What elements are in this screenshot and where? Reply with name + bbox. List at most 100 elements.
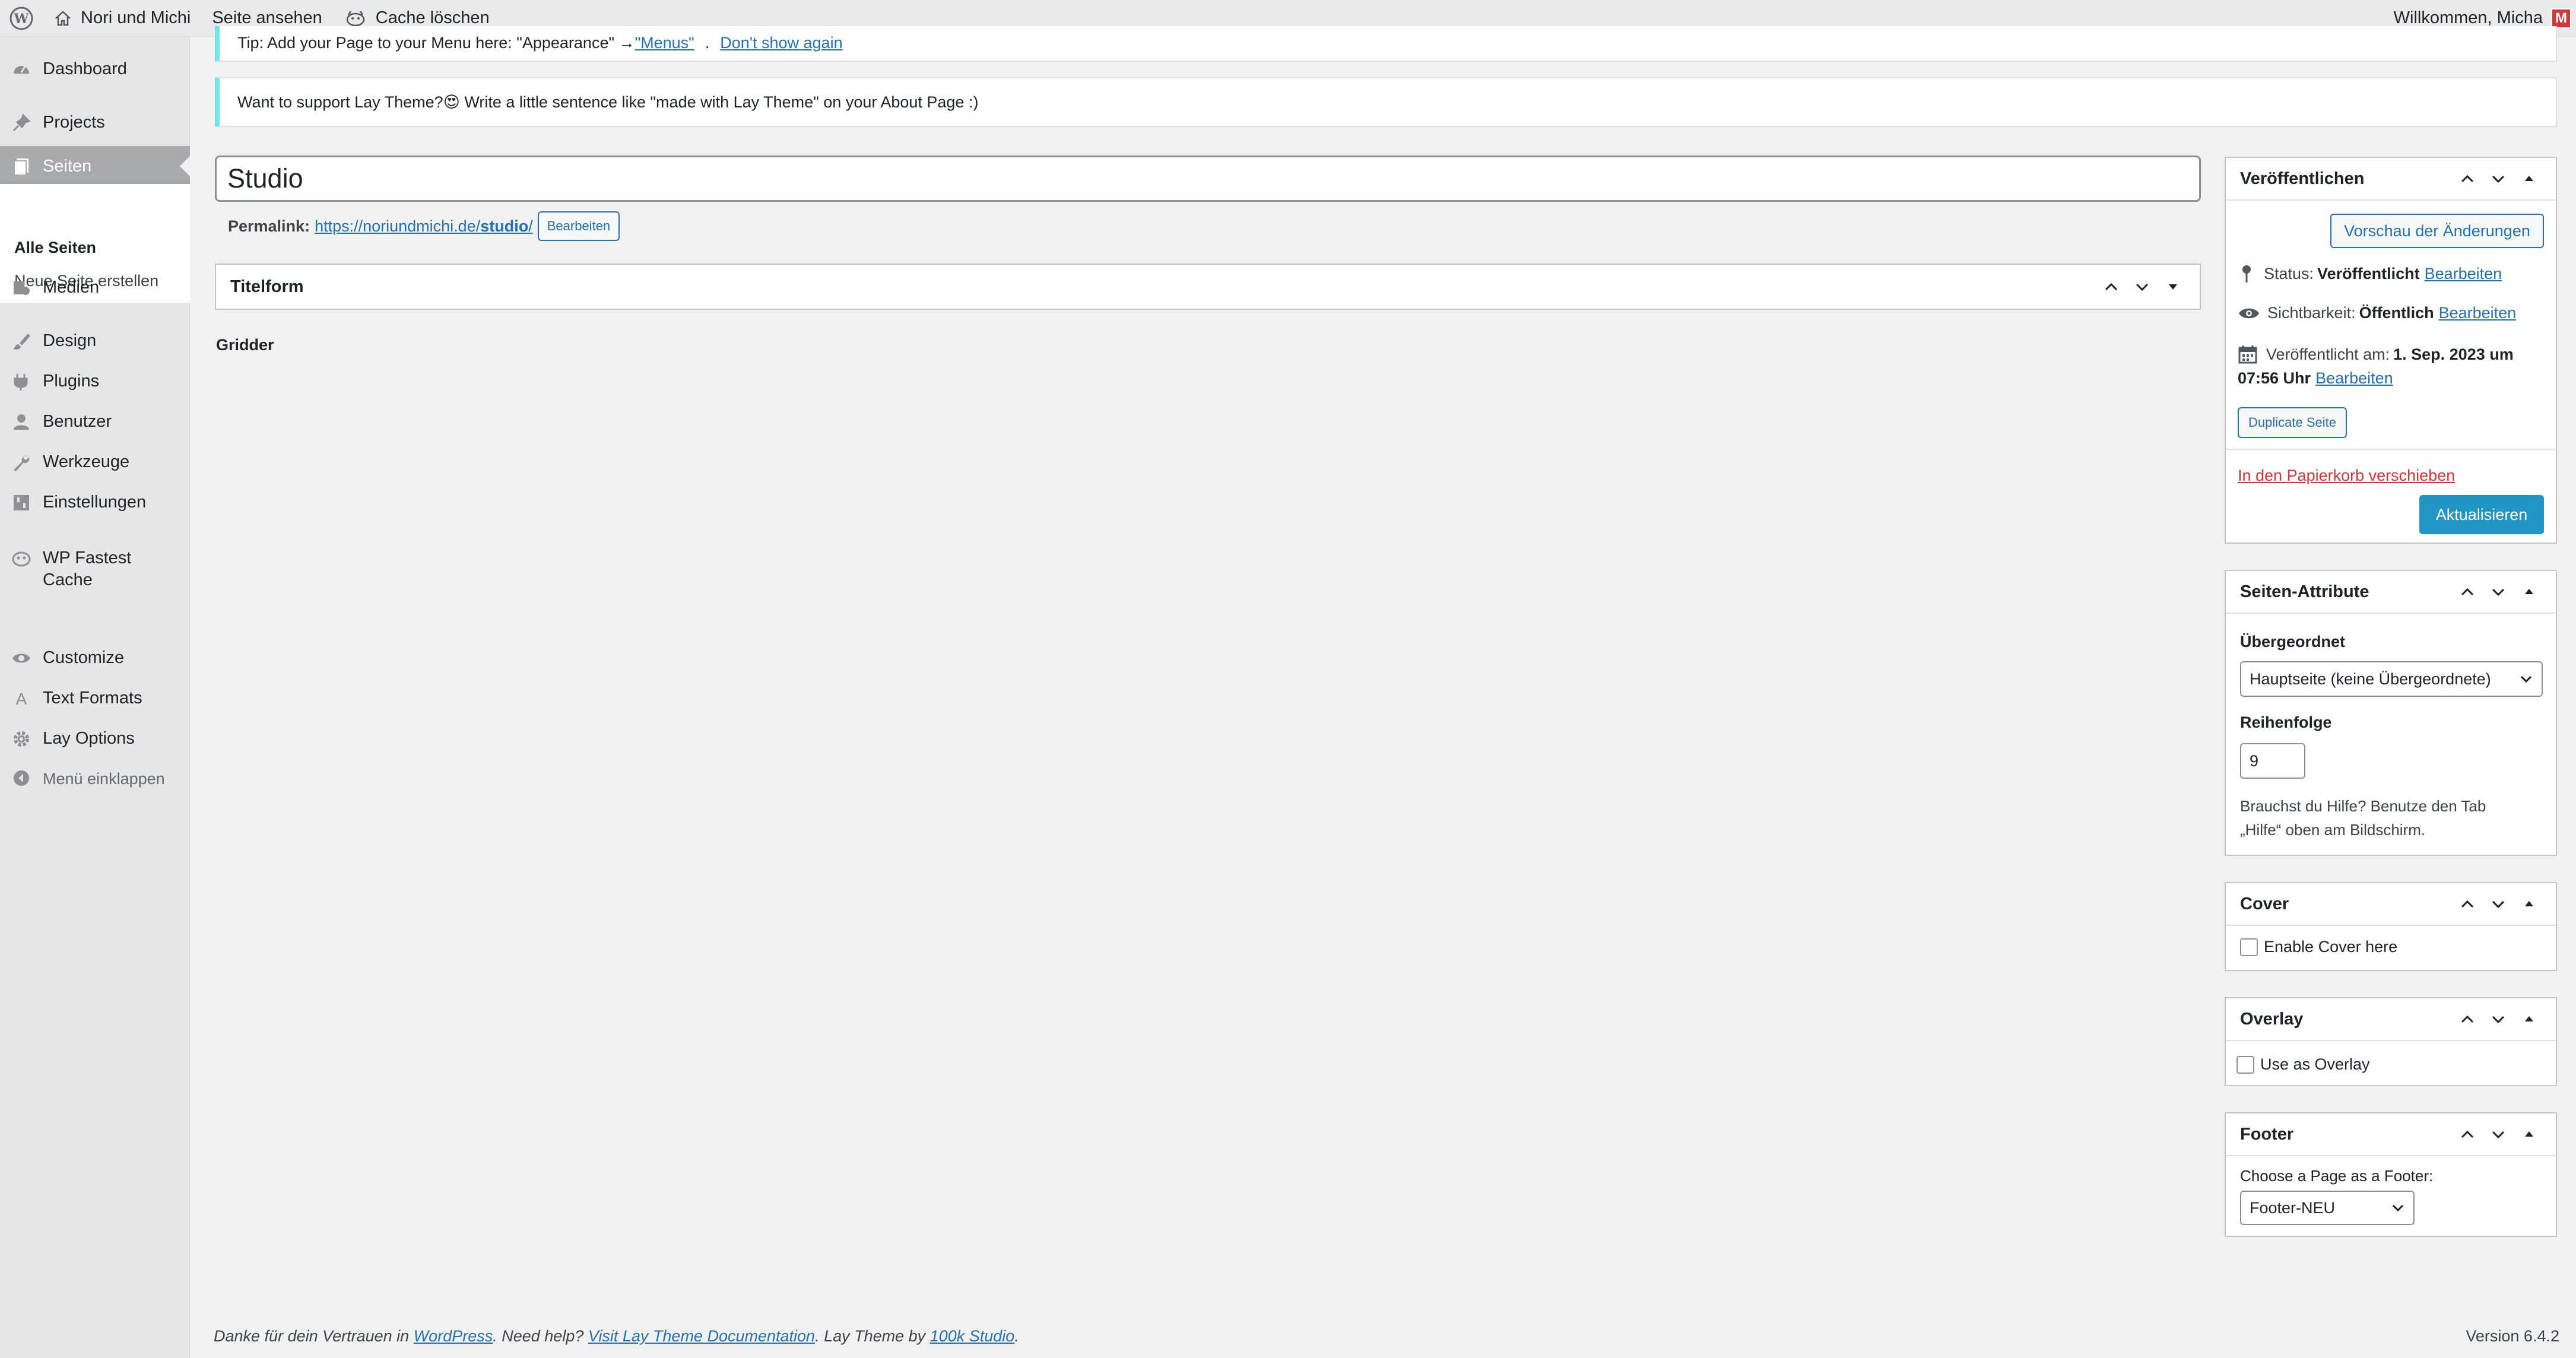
order-label: Reihenfolge	[2240, 713, 2332, 731]
move-down-icon[interactable]	[2130, 274, 2155, 299]
move-down-icon[interactable]	[2486, 579, 2511, 604]
permalink-row: Permalink: https://noriundmichi.de/studi…	[228, 211, 620, 241]
sidebar-item-seiten[interactable]: Seiten	[0, 146, 190, 186]
collapse-arrow-icon	[0, 768, 43, 787]
status-row: Status: Veröffentlicht Bearbeiten	[2238, 264, 2502, 284]
cover-box: Cover Enable Cover here	[2225, 882, 2557, 971]
visibility-value: Öffentlich	[2359, 304, 2434, 322]
cover-title: Cover	[2240, 894, 2289, 913]
studio-link[interactable]: 100k Studio	[930, 1327, 1015, 1345]
use-overlay-row: Use as Overlay	[2236, 1055, 2370, 1074]
permalink-link[interactable]: https://noriundmichi.de/studio/	[315, 217, 533, 236]
status-value: Veröffentlicht	[2317, 264, 2420, 283]
cheetah-icon	[346, 10, 365, 26]
sidebar-item-wp-fastest-cache[interactable]: WP Fastest Cache	[0, 547, 190, 591]
sidebar-item-text-formats[interactable]: A Text Formats	[0, 687, 190, 709]
edit-date-link[interactable]: Bearbeiten	[2315, 369, 2393, 388]
help-text-line2: „Hilfe“ oben am Bildschirm.	[2240, 821, 2426, 839]
wordpress-logo-icon[interactable]: W	[0, 0, 43, 37]
overlay-header[interactable]: Overlay	[2226, 998, 2556, 1041]
media-icon	[0, 277, 43, 298]
toggle-panel-icon[interactable]	[2517, 891, 2542, 916]
published-time-row: 07:56 Uhr Bearbeiten	[2238, 369, 2393, 388]
edit-permalink-button[interactable]: Bearbeiten	[537, 211, 620, 241]
sidebar-item-lay-options[interactable]: Lay Options	[0, 728, 190, 750]
sidebar-item-werkzeuge[interactable]: Werkzeuge	[0, 451, 190, 473]
toggle-panel-icon[interactable]	[2517, 1122, 2542, 1147]
use-overlay-checkbox[interactable]	[2236, 1055, 2254, 1074]
pages-icon	[0, 156, 43, 176]
page-attributes-header[interactable]: Seiten-Attribute	[2226, 571, 2556, 614]
title-input[interactable]: Studio	[215, 156, 2201, 202]
parent-select[interactable]: Hauptseite (keine Übergeordnete)	[2240, 661, 2543, 697]
footer-need-help: . Need help?	[493, 1327, 588, 1345]
order-input[interactable]: 9	[2240, 743, 2305, 779]
move-down-icon[interactable]	[2486, 891, 2511, 916]
view-site-label: Seite ansehen	[212, 8, 322, 27]
move-down-icon[interactable]	[2486, 1122, 2511, 1147]
footer-box: Footer Choose a Page as a Footer: Footer…	[2225, 1112, 2557, 1237]
move-up-icon[interactable]	[2455, 166, 2480, 191]
sidebar-item-medien[interactable]: Medien	[0, 277, 190, 299]
dont-show-again-link[interactable]: Don't show again	[720, 34, 842, 52]
chevron-down-icon	[2392, 1204, 2404, 1212]
toggle-panel-icon[interactable]	[2161, 274, 2185, 299]
titelform-title: Titelform	[230, 277, 304, 296]
edit-status-link[interactable]: Bearbeiten	[2425, 265, 2502, 283]
gear-icon	[0, 728, 43, 749]
version-text: Version 6.4.2	[2466, 1327, 2559, 1345]
sidebar-item-einstellungen[interactable]: Einstellungen	[0, 491, 190, 513]
site-name: Nori und Michi	[81, 8, 191, 27]
sidebar-item-customize[interactable]: Customize	[0, 647, 190, 669]
clear-cache-label: Cache löschen	[375, 8, 490, 27]
page-attributes-title: Seiten-Attribute	[2240, 582, 2369, 601]
move-up-icon[interactable]	[2099, 274, 2124, 299]
help-text-line1: Brauchst du Hilfe? Benutze den Tab	[2240, 797, 2486, 815]
duplicate-page-button[interactable]: Duplicate Seite	[2238, 407, 2347, 438]
collapse-menu-button[interactable]: Menü einklappen	[0, 768, 190, 790]
gridder-label: Gridder	[216, 336, 274, 354]
update-button[interactable]: Aktualisieren	[2419, 495, 2544, 534]
sidebar-item-design[interactable]: Design	[0, 330, 190, 352]
permalink-end: /	[528, 217, 533, 235]
toggle-panel-icon[interactable]	[2517, 166, 2542, 191]
published-date-row: Veröffentlicht am: 1. Sep. 2023 um	[2238, 344, 2518, 364]
footer-page-select[interactable]: Footer-NEU	[2240, 1191, 2415, 1225]
wordpress-link[interactable]: WordPress	[414, 1327, 493, 1345]
home-icon	[55, 10, 71, 26]
preview-changes-button[interactable]: Vorschau der Änderungen	[2330, 214, 2544, 248]
footer-box-header[interactable]: Footer	[2226, 1113, 2556, 1156]
move-up-icon[interactable]	[2455, 1122, 2480, 1147]
sidebar-item-dashboard[interactable]: Dashboard	[0, 58, 190, 80]
toggle-panel-icon[interactable]	[2517, 579, 2542, 604]
titelform-header[interactable]: Titelform	[216, 265, 2200, 309]
move-down-icon[interactable]	[2486, 1007, 2511, 1032]
footer-thanks: Danke für dein Vertrauen in	[214, 1327, 414, 1345]
documentation-link[interactable]: Visit Lay Theme Documentation	[588, 1327, 815, 1345]
enable-cover-checkbox[interactable]	[2240, 938, 2258, 956]
move-to-trash-link[interactable]: In den Papierkorb verschieben	[2238, 467, 2455, 485]
sidebar-item-projects[interactable]: Projects	[0, 112, 190, 134]
move-up-icon[interactable]	[2455, 891, 2480, 916]
move-up-icon[interactable]	[2455, 1007, 2480, 1032]
site-name-link[interactable]: Nori und Michi	[43, 0, 201, 37]
move-down-icon[interactable]	[2486, 166, 2511, 191]
dashboard-icon	[0, 58, 43, 80]
pin-icon	[2242, 265, 2251, 283]
sidebar-item-benutzer[interactable]: Benutzer	[0, 411, 190, 433]
edit-visibility-link[interactable]: Bearbeiten	[2439, 304, 2517, 322]
sidebar-item-plugins[interactable]: Plugins	[0, 370, 190, 392]
publish-header[interactable]: Veröffentlichen	[2226, 158, 2556, 201]
pin-icon	[0, 112, 43, 133]
toggle-panel-icon[interactable]	[2517, 1007, 2542, 1032]
publish-divider	[2226, 449, 2556, 450]
parent-label: Übergeordnet	[2240, 633, 2346, 651]
overlay-title: Overlay	[2240, 1009, 2304, 1029]
cover-header[interactable]: Cover	[2226, 883, 2556, 926]
menus-link[interactable]: "Menus"	[635, 34, 694, 52]
publish-box: Veröffentlichen Vorschau der Änderungen …	[2225, 157, 2557, 544]
publish-title: Veröffentlichen	[2240, 169, 2365, 188]
move-up-icon[interactable]	[2455, 579, 2480, 604]
submenu-all-pages[interactable]: Alle Seiten	[14, 239, 96, 257]
permalink-label: Permalink:	[228, 217, 310, 235]
